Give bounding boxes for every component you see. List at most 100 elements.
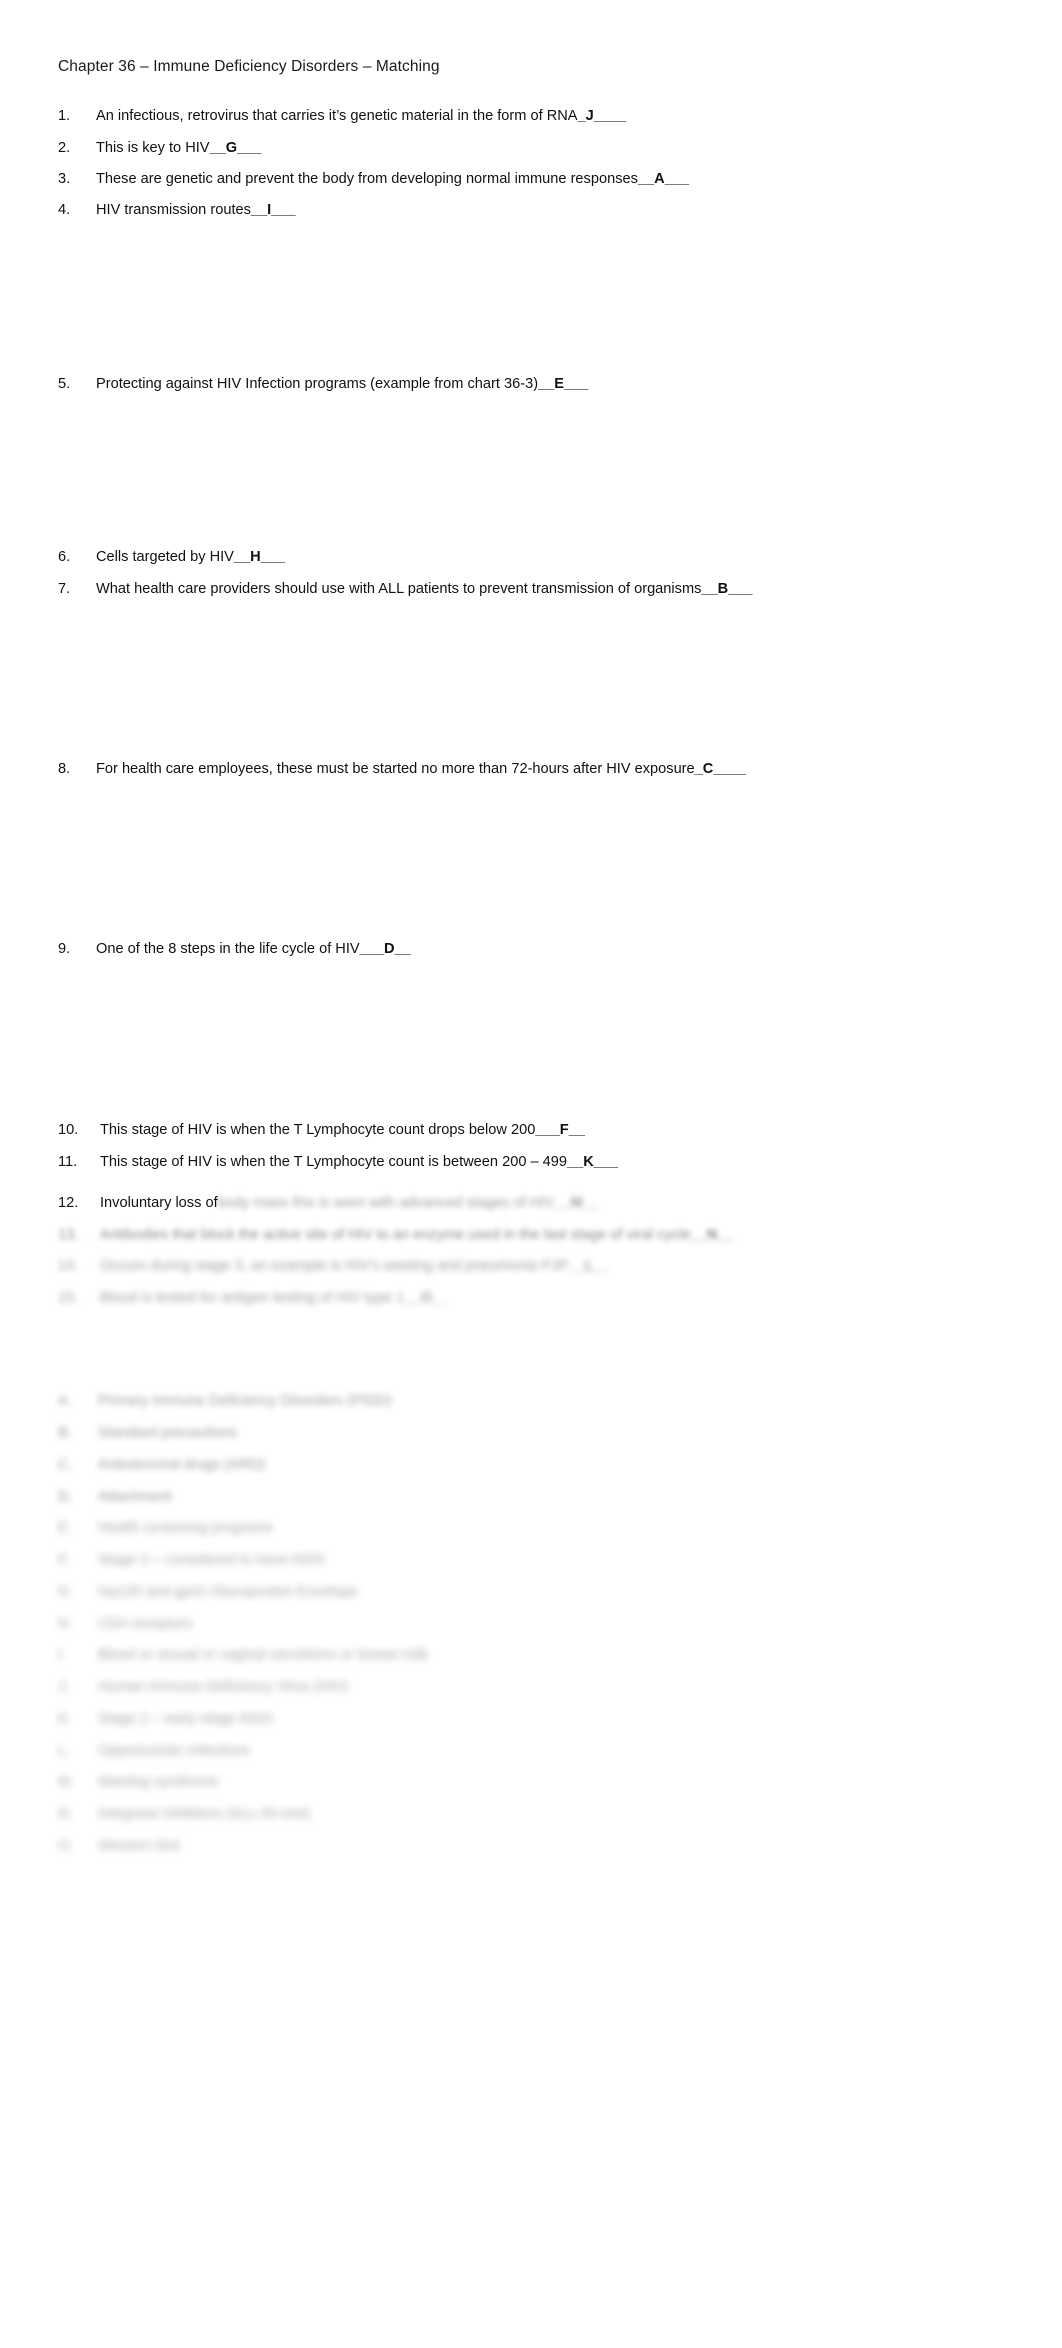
question-text: An infectious, retrovirus that carries i…	[96, 108, 578, 124]
question-item: 11. This stage of HIV is when the T Lymph…	[58, 1153, 618, 1172]
answer-bank-item: J. Human Immune Deficiency Virus (HIV)	[58, 1678, 348, 1697]
question-text-obscured: Occurs during stage 3, an example is HIV…	[100, 1258, 569, 1274]
preview-fade-mask	[0, 1828, 1062, 2348]
answer-blank[interactable]: __I___	[251, 201, 296, 220]
answer-bank-item: B. Standard precautions	[58, 1424, 237, 1443]
question-number: 1.	[58, 108, 71, 124]
answer-blank-obscured: __O__	[404, 1290, 449, 1306]
question-text-obscured: Antibodies that block the active site of…	[100, 1227, 691, 1243]
question-number: 6.	[58, 549, 71, 565]
question-text: Cells targeted by HIV	[96, 549, 234, 565]
question-item: 6. Cells targeted by HIV __H___	[58, 548, 285, 567]
answer-blank-obscured: __N__	[690, 1227, 734, 1243]
answer-bank-item: A. Primary Immune Deficiency Disorders (P…	[58, 1392, 392, 1411]
question-item: 8. For health care employees, these must …	[58, 760, 746, 779]
answer-blank[interactable]: _C____	[695, 760, 746, 779]
answer-bank-text-obscured: Health screening programs	[98, 1520, 274, 1536]
answer-blank[interactable]: ___D__	[360, 940, 411, 959]
answer-bank-item: E. Health screening programs	[58, 1519, 273, 1538]
question-number: 12.	[58, 1195, 79, 1211]
answer-bank-text-obscured: Integrase Inhibitors (ALL-IN-one)	[98, 1806, 311, 1822]
question-text: One of the 8 steps in the life cycle of …	[96, 941, 360, 957]
answer-bank-text-obscured: Human Immune Deficiency Virus (HIV)	[98, 1679, 349, 1695]
answer-bank-text-obscured: Primary Immune Deficiency Disorders (PID…	[98, 1393, 392, 1409]
answer-blank[interactable]: __A___	[638, 170, 689, 189]
answer-bank-item: D. Attachment	[58, 1488, 172, 1507]
answer-bank-text-obscured: CD4 receptors	[98, 1616, 193, 1632]
answer-blank[interactable]: _J____	[578, 107, 627, 126]
question-number: 15.	[58, 1290, 79, 1306]
question-text: What health care providers should use wi…	[96, 581, 702, 597]
question-text: For health care employees, these must be…	[96, 761, 695, 777]
answer-bank-letter: B.	[58, 1425, 72, 1441]
answer-bank-letter: G.	[58, 1584, 74, 1600]
question-number: 10.	[58, 1122, 79, 1138]
answer-bank-text-obscured: Stage 2 – early stage AIDS	[98, 1711, 274, 1727]
question-number: 3.	[58, 171, 71, 187]
question-number: 2.	[58, 140, 71, 156]
answer-bank-letter: D.	[58, 1489, 73, 1505]
answer-bank-letter: I.	[58, 1647, 67, 1663]
answer-bank-text-obscured: Stage 3 – considered to have AIDS	[98, 1552, 326, 1568]
answer-bank-item: I. Blood or sexual or vaginal secretions …	[58, 1646, 428, 1665]
answer-bank-text-obscured: Antiretroviral drugs (ARD)	[98, 1457, 266, 1473]
answer-bank-letter: J.	[58, 1679, 70, 1695]
question-item: 3. These are genetic and prevent the body…	[58, 170, 689, 189]
question-item: 2. This is key to HIV __G___	[58, 139, 261, 158]
answer-bank-item: C. Antiretroviral drugs (ARD)	[58, 1456, 265, 1475]
answer-blank[interactable]: __K___	[567, 1153, 618, 1172]
question-text: Involuntary loss of	[100, 1195, 218, 1211]
answer-bank-letter: M.	[58, 1774, 75, 1790]
answer-bank-item: L. Opportunistic infections	[58, 1742, 250, 1761]
answer-bank-item: M. Wasting syndrome	[58, 1773, 218, 1792]
question-item-obscured: 13. Antibodies that block the active site…	[58, 1226, 734, 1245]
answer-bank-letter: K.	[58, 1711, 72, 1727]
answer-bank-item: N. Integrase Inhibitors (ALL-IN-one)	[58, 1805, 311, 1824]
question-number: 9.	[58, 941, 71, 957]
answer-bank-letter: C.	[58, 1457, 73, 1473]
answer-bank-letter: N.	[58, 1806, 73, 1822]
answer-bank-text-obscured: Western blot	[98, 1838, 180, 1854]
answer-bank-text-obscured: Gp120 and gp41 Glycoprotein Envelope	[98, 1584, 358, 1600]
question-number: 7.	[58, 581, 71, 597]
answer-blank[interactable]: ___F__	[535, 1121, 585, 1140]
answer-blank[interactable]: __B___	[701, 580, 752, 599]
answer-bank-letter: H.	[58, 1616, 73, 1632]
answer-bank-letter: E.	[58, 1520, 72, 1536]
question-text: This stage of HIV is when the T Lymphocy…	[100, 1122, 536, 1138]
question-number: 14.	[58, 1258, 79, 1274]
answer-bank-text-obscured: Standard precautions	[98, 1425, 237, 1441]
question-item-obscured: 15. Blood is tested for antigen testing o…	[58, 1289, 448, 1308]
question-number: 11.	[58, 1154, 78, 1170]
question-text: HIV transmission routes	[96, 202, 251, 218]
question-item: 4. HIV transmission routes __I___	[58, 201, 296, 220]
question-text: This is key to HIV	[96, 140, 210, 156]
question-item: 1. An infectious, retrovirus that carries…	[58, 107, 626, 126]
answer-bank-text-obscured: Opportunistic infections	[98, 1743, 250, 1759]
answer-blank[interactable]: __E___	[538, 375, 588, 394]
question-number: 4.	[58, 202, 71, 218]
answer-blank[interactable]: __H___	[234, 548, 285, 567]
question-number: 13.	[58, 1227, 79, 1243]
question-number: 5.	[58, 376, 71, 392]
question-number: 8.	[58, 761, 71, 777]
answer-blank-obscured: __L__	[568, 1258, 610, 1274]
question-item: 9. One of the 8 steps in the life cycle o…	[58, 940, 411, 959]
document-page: Chapter 36 – Immune Deficiency Disorders…	[0, 0, 1062, 2348]
answer-bank-letter: O.	[58, 1838, 74, 1854]
question-text: Protecting against HIV Infection program…	[96, 376, 539, 392]
answer-bank-text-obscured: Blood or sexual or vaginal secretions or…	[98, 1647, 429, 1663]
question-item-obscured: 12. Involuntary loss of body mass this is…	[58, 1194, 599, 1213]
answer-bank-text-obscured: Wasting syndrome	[98, 1774, 219, 1790]
answer-blank-obscured: __M__	[554, 1195, 599, 1211]
question-text-obscured: body mass this is seen with advanced sta…	[217, 1195, 555, 1211]
answer-bank-letter: A.	[58, 1393, 72, 1409]
answer-bank-text-obscured: Attachment	[98, 1489, 172, 1505]
answer-bank-item: O. Western blot	[58, 1837, 180, 1856]
answer-bank-letter: L.	[58, 1743, 71, 1759]
question-text: This stage of HIV is when the T Lymphocy…	[100, 1154, 568, 1170]
answer-blank[interactable]: __G___	[210, 139, 262, 158]
answer-bank-item: G. Gp120 and gp41 Glycoprotein Envelope	[58, 1583, 358, 1602]
question-item: 5. Protecting against HIV Infection progr…	[58, 375, 588, 394]
question-item-obscured: 14. Occurs during stage 3, an example is …	[58, 1257, 610, 1276]
